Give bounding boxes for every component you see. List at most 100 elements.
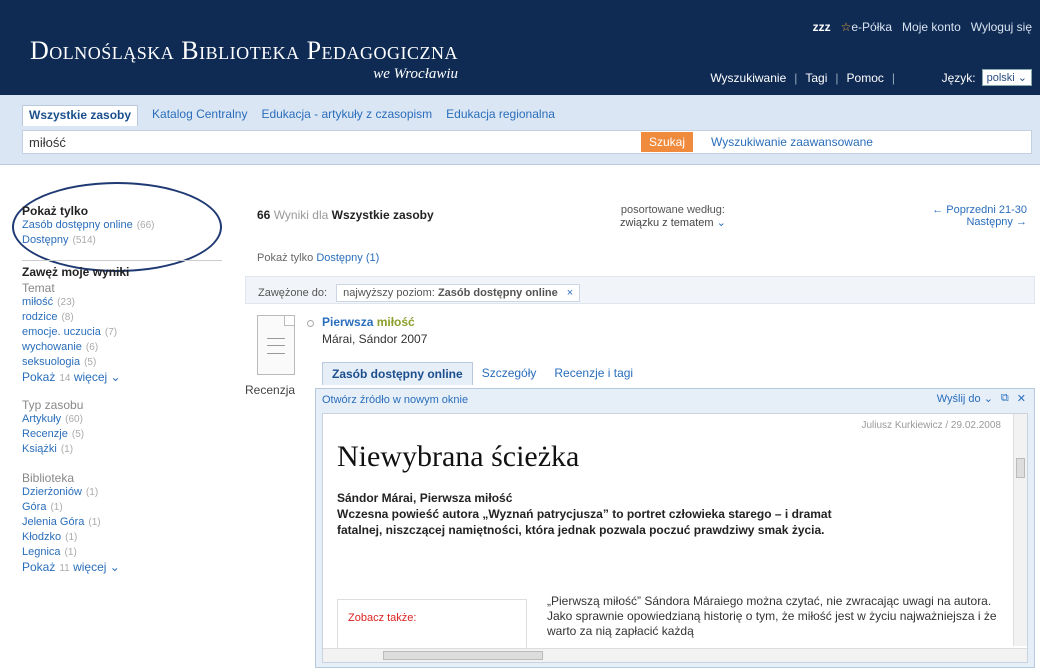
online-resource-panel: Otwórz źródło w nowym oknie Wyślij do ⌄ … <box>315 388 1035 668</box>
facet-sidebar: Pokaż tylko Zasób dostępny online (66) Do… <box>22 192 222 574</box>
results-count: 66 <box>257 208 271 222</box>
facet-online[interactable]: Zasób dostępny online (66) <box>22 218 222 233</box>
page-range: 21-30 <box>998 204 1027 216</box>
article-lead: Sándor Márai, Pierwsza miłość Wczesna po… <box>337 491 832 537</box>
article-body: „Pierwszą miłość” Sándora Máraiego można… <box>547 594 997 638</box>
show-more-topics[interactable]: Pokaż 14 więcej ⌄ <box>22 370 222 384</box>
record-title[interactable]: Pierwsza miłość <box>322 315 415 329</box>
topic-group-title: Temat <box>22 281 55 295</box>
my-account-link[interactable]: Moje konto <box>902 20 961 34</box>
sort-select[interactable]: związku z tematem ⌄ <box>620 216 726 229</box>
vertical-scrollbar[interactable] <box>1013 414 1027 646</box>
search-area: Wszystkie zasoby Katalog Centralny Eduka… <box>0 95 1040 165</box>
type-group-title: Typ zasobu <box>22 398 84 412</box>
active-filters-label: Zawężone do: <box>258 287 328 299</box>
logo-subtitle: we Wrocławiu <box>373 66 459 82</box>
facet-topic[interactable]: emocje. uczucia (7) <box>22 325 222 340</box>
nav-search[interactable]: Wyszukiwanie <box>710 71 786 85</box>
record-format-label: Recenzja <box>245 383 296 397</box>
sort-label: posortowane według: <box>620 204 725 216</box>
language-label: Język: <box>941 70 976 85</box>
select-record-radio[interactable] <box>307 320 314 327</box>
library-logo[interactable]: Dolnośląska Biblioteka Pedagogiczna we W… <box>30 36 459 82</box>
open-source-link[interactable]: Otwórz źródło w nowym oknie <box>322 394 468 406</box>
record-tabs: Zasób dostępny online Szczegóły Recenzje… <box>322 362 642 385</box>
facet-topic[interactable]: rodzice (8) <box>22 310 222 325</box>
show-only-title: Pokaż tylko <box>22 204 89 218</box>
facet-library[interactable]: Dzierżoniów (1) <box>22 485 222 500</box>
chevron-down-icon: ⌄ <box>983 393 993 405</box>
facet-library[interactable]: Kłodzko (1) <box>22 530 222 545</box>
chevron-down-icon: ⌄ <box>716 217 726 229</box>
popout-icon[interactable]: ⧉ <box>1001 392 1009 405</box>
facet-type[interactable]: Recenzje (5) <box>22 427 222 442</box>
sort-control: posortowane według: związku z tematem ⌄ <box>620 204 726 229</box>
pager: ← Poprzedni 21-30 Następny → <box>932 204 1027 228</box>
results-for-label: Wyniki dla <box>273 208 329 222</box>
facet-available[interactable]: Dostępny (514) <box>22 233 222 248</box>
tab-regional-education[interactable]: Edukacja regionalna <box>446 107 555 126</box>
prev-link[interactable]: Poprzedni <box>946 204 996 216</box>
logo-title: Dolnośląska Biblioteka Pedagogiczna <box>30 36 459 65</box>
article-byline: Juliusz Kurkiewicz / 29.02.2008 <box>861 420 1001 431</box>
chevron-down-icon: ⌄ <box>109 560 120 574</box>
show-only-facet: Pokaż tylko Zasób dostępny online (66) Do… <box>22 204 222 248</box>
facet-type[interactable]: Książki (1) <box>22 442 222 457</box>
refine-title: Zawęż moje wyniki <box>22 265 130 279</box>
search-button[interactable]: Szukaj <box>641 132 694 152</box>
record-author-year: Márai, Sándor 2007 <box>322 332 428 346</box>
horizontal-scrollbar[interactable] <box>323 648 1027 662</box>
remove-filter-icon[interactable]: × <box>567 287 573 299</box>
user-links: zzz ☆e-Półka Moje konto Wyloguj się <box>813 20 1032 34</box>
search-scope-tabs: Wszystkie zasoby Katalog Centralny Eduka… <box>22 105 555 126</box>
results-scope: Wszystkie zasoby <box>331 208 434 222</box>
site-header: zzz ☆e-Półka Moje konto Wyloguj się Doln… <box>0 0 1040 95</box>
top-nav: Wyszukiwanie | Tagi | Pomoc | <box>710 71 895 85</box>
refine-section: Zawęż moje wyniki Temat miłość (23) rodzi… <box>22 260 222 574</box>
article-title: Niewybrana ścieżka <box>337 440 580 473</box>
tab-online-resource[interactable]: Zasób dostępny online <box>322 362 473 385</box>
show-only-line: Pokaż tylko Dostępny (1) <box>257 252 380 264</box>
chevron-down-icon: ⌄ <box>110 370 121 384</box>
logout-link[interactable]: Wyloguj się <box>971 20 1032 34</box>
language-select[interactable]: polski ⌄ <box>981 69 1032 86</box>
prev-arrow-icon: ← <box>932 204 944 216</box>
facet-library[interactable]: Legnica (1) <box>22 545 222 560</box>
advanced-search-link[interactable]: Wyszukiwanie zaawansowane <box>711 135 873 149</box>
active-filters-bar: Zawężone do: najwyższy poziom: Zasób dos… <box>245 276 1035 304</box>
tab-reviews-tags[interactable]: Recenzje i tagi <box>545 362 642 385</box>
article-viewer[interactable]: Juliusz Kurkiewicz / 29.02.2008 Niewybra… <box>322 413 1028 663</box>
document-icon[interactable] <box>257 315 295 375</box>
close-icon[interactable]: ✕ <box>1017 392 1026 405</box>
facet-library[interactable]: Jelenia Góra (1) <box>22 515 222 530</box>
tab-details[interactable]: Szczegóły <box>473 362 546 385</box>
panel-actions: Wyślij do ⌄ ⧉ ✕ <box>937 392 1026 405</box>
nav-help[interactable]: Pomoc <box>847 71 884 85</box>
filter-chip: najwyższy poziom: Zasób dostępny online … <box>336 284 581 302</box>
send-to-menu[interactable]: Wyślij do ⌄ <box>937 392 993 405</box>
username: zzz <box>812 20 831 34</box>
star-icon: ☆ <box>840 20 852 34</box>
chevron-down-icon: ⌄ <box>1017 72 1027 84</box>
tab-central-catalog[interactable]: Katalog Centralny <box>152 107 247 126</box>
eshelf-link[interactable]: ☆e-Półka <box>841 20 892 34</box>
facet-topic[interactable]: wychowanie (6) <box>22 340 222 355</box>
results-summary: 66 Wyniki dla Wszystkie zasoby <box>257 208 434 222</box>
panel-toolbar: Otwórz źródło w nowym oknie Wyślij do ⌄ … <box>316 389 1034 411</box>
facet-topic[interactable]: seksuologia (5) <box>22 355 222 370</box>
show-more-libraries[interactable]: Pokaż 11 więcej ⌄ <box>22 560 222 574</box>
next-link[interactable]: Następny <box>966 216 1012 228</box>
tab-education-articles[interactable]: Edukacja - artykuły z czasopism <box>261 107 432 126</box>
facet-topic[interactable]: miłość (23) <box>22 295 222 310</box>
language-selector: Język: polski ⌄ <box>942 69 1032 86</box>
facet-type[interactable]: Artykuły (60) <box>22 412 222 427</box>
available-filter-count: (1) <box>365 252 380 264</box>
facet-library[interactable]: Góra (1) <box>22 500 222 515</box>
next-arrow-icon: → <box>1016 216 1027 228</box>
search-bar: Szukaj Wyszukiwanie zaawansowane <box>22 130 1032 154</box>
available-filter-link[interactable]: Dostępny <box>316 252 362 264</box>
library-group-title: Biblioteka <box>22 471 75 485</box>
nav-tags[interactable]: Tagi <box>805 71 827 85</box>
tab-all-resources[interactable]: Wszystkie zasoby <box>22 105 139 126</box>
search-input[interactable] <box>29 135 629 150</box>
